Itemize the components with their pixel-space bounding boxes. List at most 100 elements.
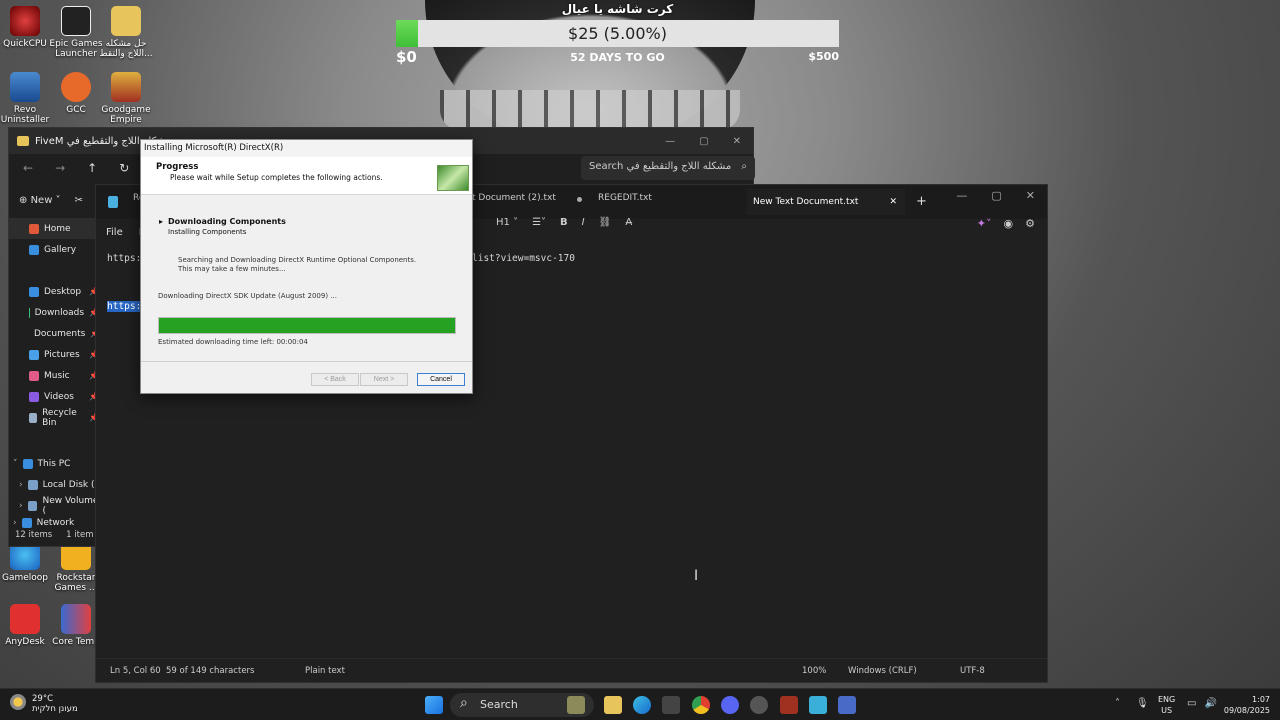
app-icon[interactable] (750, 696, 768, 714)
format-toolbar: H1 ˅ ☰˅ B I ⛓ A̶ (496, 217, 632, 228)
link-icon[interactable]: ⛓ (599, 217, 612, 228)
installer-step: Downloading Components (159, 217, 286, 226)
clock-date: 09/08/2025 (1223, 706, 1270, 715)
new-button[interactable]: ⊕ New ˅ (19, 195, 61, 206)
desktop-icon-gcc[interactable]: GCC (48, 72, 104, 115)
zoom-level[interactable]: 100% (802, 666, 826, 676)
cancel-button[interactable]: Cancel (417, 373, 465, 386)
italic-icon[interactable]: I (582, 217, 585, 228)
tree-network[interactable]: › Network (9, 516, 104, 530)
file-explorer-icon[interactable] (604, 696, 622, 714)
copilot-icon[interactable]: ✦˅ (977, 217, 992, 230)
clear-format-icon[interactable]: A̶ (625, 217, 632, 228)
tab-new-text-document-2[interactable]: t Document (2).txt (472, 193, 556, 203)
encoding[interactable]: UTF-8 (960, 666, 985, 676)
line-ending[interactable]: Windows (CRLF) (848, 666, 917, 676)
language-indicator[interactable]: ENG US (1158, 694, 1175, 716)
lang-region: US (1161, 706, 1173, 715)
sidebar-item-desktop[interactable]: Desktop📌 (9, 281, 99, 302)
tree-this-pc[interactable]: ˅ This PC (9, 453, 104, 474)
account-icon[interactable]: ◉ (1004, 217, 1014, 230)
maximize-icon[interactable]: ▢ (699, 136, 708, 147)
desktop-icon-label: Gameloop (1, 573, 49, 583)
desktop-icon-quickcpu[interactable]: QuickCPU (0, 6, 53, 49)
chevron-up-icon[interactable]: ˄ (1115, 698, 1120, 709)
maximize-icon[interactable]: ▢ (991, 189, 1001, 202)
add-tab-icon[interactable]: + (916, 194, 927, 209)
tree-new-volume[interactable]: › New Volume ( (9, 495, 104, 516)
explorer-search-input[interactable]: Search مشكله اللاج والتقطيع في ⌕ (581, 156, 755, 180)
weather-widget[interactable]: 29°C מעונן חלקית (10, 694, 78, 714)
desktop-icon-epic[interactable]: Epic Games Launcher (48, 6, 104, 59)
notepad-icon[interactable] (809, 696, 827, 714)
sidebar-item-downloads[interactable]: Downloads📌 (9, 302, 99, 323)
desktop-icon-goodgame[interactable]: Goodgame Empire (98, 72, 154, 125)
edge-icon[interactable] (633, 696, 651, 714)
file-type[interactable]: Plain text (305, 666, 345, 676)
up-arrow-icon[interactable]: ↑ (87, 161, 97, 175)
notepad-app-icon (108, 196, 118, 208)
sidebar-item-pictures[interactable]: Pictures📌 (9, 344, 99, 365)
epic-games-icon (61, 6, 91, 36)
donation-days-left: 52 DAYS TO GO (570, 51, 665, 64)
goodgame-empire-icon (111, 72, 141, 102)
sidebar-item-music[interactable]: Music📌 (9, 365, 99, 386)
sidebar-item-gallery[interactable]: Gallery (9, 239, 99, 260)
character-count: 59 of 149 characters (166, 666, 255, 676)
next-button[interactable]: Next > (360, 373, 408, 386)
winrar-icon[interactable] (780, 696, 798, 714)
installer-header-subtitle: Please wait while Setup completes the fo… (170, 173, 383, 182)
refresh-icon[interactable]: ↻ (119, 161, 129, 175)
back-arrow-icon[interactable]: ← (23, 161, 33, 175)
tab-new-text-document[interactable]: New Text Document.txt ✕ (747, 189, 905, 215)
sidebar-item-documents[interactable]: Documents📌 (9, 323, 100, 344)
tree-label: This PC (37, 458, 71, 469)
chrome-icon[interactable] (692, 696, 710, 714)
start-windows-icon[interactable] (425, 696, 443, 714)
settings-gear-icon[interactable]: ⚙ (1025, 217, 1035, 230)
system-tray: ˄ 🎙 (1115, 698, 1149, 709)
desktop-icon-revo[interactable]: Revo Uninstaller (0, 72, 53, 125)
microphone-icon[interactable]: 🎙 (1136, 698, 1149, 709)
quickcpu-icon (10, 6, 40, 36)
donation-max: $500 (808, 50, 839, 63)
recycle-bin-icon (29, 412, 38, 423)
sidebar-item-recycle-bin[interactable]: Recycle Bin📌 (9, 407, 99, 428)
sidebar-item-label: Videos (44, 391, 74, 402)
minimize-icon[interactable]: — (665, 136, 675, 147)
minimize-icon[interactable]: — (956, 189, 967, 202)
sidebar-item-videos[interactable]: Videos📌 (9, 386, 99, 407)
directx-logo-icon (437, 165, 469, 191)
close-tab-icon[interactable]: ✕ (889, 189, 897, 215)
desktop-icon-folder[interactable]: حل مشكله اللاج والتقط... (98, 6, 154, 59)
menu-file[interactable]: File (106, 227, 123, 238)
cut-icon[interactable]: ✂ (75, 195, 83, 206)
network-icon[interactable]: ▭ (1187, 698, 1196, 709)
desktop-icon-anydesk[interactable]: AnyDesk (0, 604, 53, 647)
clock[interactable]: 1:07 09/08/2025 (1224, 694, 1270, 716)
store-icon[interactable] (662, 696, 680, 714)
donation-goal-widget: كرت شاشه يا عيال $25 (5.00%) $0 52 DAYS … (396, 0, 839, 66)
notepad-status-bar: Ln 5, Col 60 59 of 149 characters Plain … (96, 658, 1047, 682)
close-icon[interactable]: ✕ (1026, 189, 1035, 202)
back-button[interactable]: < Back (311, 373, 359, 386)
tree-local-disk[interactable]: › Local Disk (C: (9, 474, 104, 495)
cursor-position: Ln 5, Col 60 (110, 666, 161, 676)
installer-taskbar-icon[interactable] (838, 696, 856, 714)
close-icon[interactable]: ✕ (733, 136, 741, 147)
folder-icon (17, 136, 29, 146)
heading-dropdown[interactable]: H1 ˅ (496, 217, 518, 228)
desktop-icon-label: Core Temp (52, 637, 100, 647)
core-temp-icon (61, 604, 91, 634)
volume-icon[interactable]: 🔊 (1204, 698, 1216, 709)
installer-separator (141, 361, 472, 362)
tab-regedit[interactable]: REGEDIT.txt (598, 193, 652, 203)
sidebar-item-home[interactable]: Home (9, 218, 99, 239)
forward-arrow-icon[interactable]: → (55, 161, 65, 175)
list-icon[interactable]: ☰˅ (532, 217, 546, 228)
discord-icon[interactable] (721, 696, 739, 714)
installer-progress-bar (158, 317, 456, 334)
weather-desc: מעונן חלקית (32, 704, 78, 714)
pictures-icon (29, 349, 39, 360)
bold-icon[interactable]: B (560, 217, 568, 228)
